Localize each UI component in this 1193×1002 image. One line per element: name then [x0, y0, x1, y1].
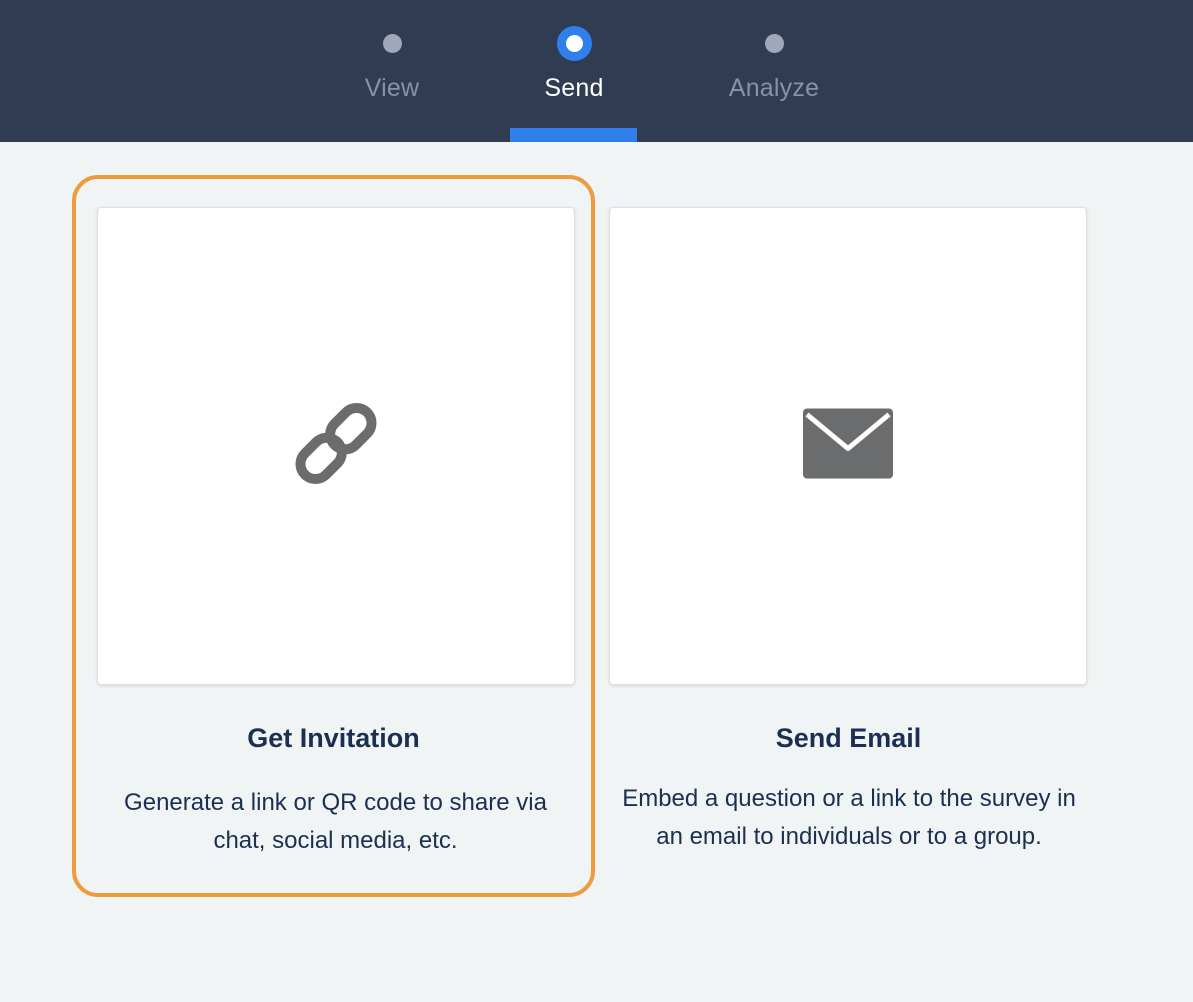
step-view[interactable]: View — [302, 0, 482, 142]
step-send-label: Send — [544, 74, 604, 102]
step-analyze-label: Analyze — [728, 74, 820, 102]
get-invitation-description: Generate a link or QR code to share via … — [124, 789, 547, 854]
step-view-label: View — [364, 74, 420, 102]
step-navigation-bar: View Send Analyze — [0, 0, 1193, 142]
send-email-title: Send Email — [775, 723, 922, 753]
step-analyze[interactable]: Analyze — [684, 0, 864, 142]
step-send[interactable]: Send — [484, 0, 664, 142]
step-send-indicator — [556, 26, 592, 61]
send-email-tile[interactable] — [609, 207, 1087, 685]
get-invitation-option[interactable]: Get Invitation Generate a link or QR cod… — [72, 175, 595, 897]
step-view-indicator — [382, 34, 402, 53]
envelope-icon — [803, 408, 893, 484]
get-invitation-title: Get Invitation — [247, 723, 420, 753]
send-email-description: Embed a question or a link to the survey… — [622, 785, 1076, 850]
step-analyze-indicator — [764, 34, 784, 53]
send-email-option[interactable]: Send Email Embed a question or a link to… — [587, 175, 1110, 897]
active-step-underline — [510, 128, 637, 142]
get-invitation-tile[interactable] — [97, 207, 575, 685]
link-icon — [286, 394, 386, 499]
